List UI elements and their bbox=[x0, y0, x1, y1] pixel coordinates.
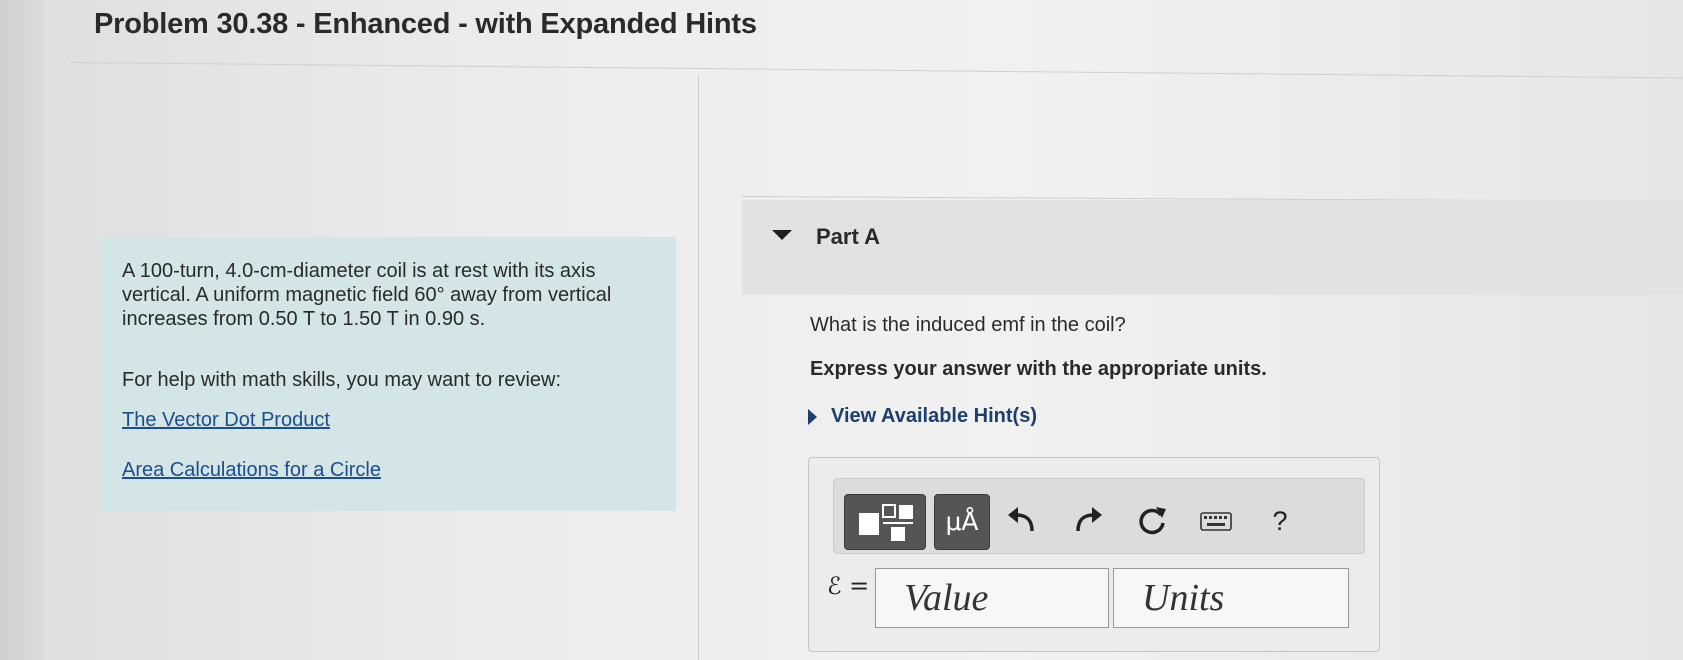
value-input[interactable] bbox=[875, 568, 1109, 628]
instruction-text: Express your answer with the appropriate… bbox=[810, 358, 1267, 380]
problem-statement-box: A 100-turn, 4.0-cm-diameter coil is at r… bbox=[100, 237, 676, 511]
collapse-caret-icon[interactable] bbox=[772, 230, 792, 240]
reset-icon bbox=[1139, 507, 1166, 535]
template-button[interactable] bbox=[844, 494, 926, 550]
link-vector-dot-product[interactable]: The Vector Dot Product bbox=[122, 409, 330, 432]
help-button[interactable]: ? bbox=[1260, 501, 1300, 541]
part-label: Part A bbox=[816, 224, 880, 249]
units-icon: μÅ bbox=[945, 507, 979, 536]
reset-button[interactable] bbox=[1132, 501, 1172, 541]
link-area-calculations-circle[interactable]: Area Calculations for a Circle bbox=[122, 459, 381, 482]
math-toolbar: μÅ ? bbox=[833, 478, 1365, 554]
answer-panel: μÅ ? ℰ = Value Units bbox=[808, 457, 1380, 652]
keyboard-icon bbox=[1200, 512, 1232, 531]
units-button[interactable]: μÅ bbox=[934, 494, 990, 550]
units-input[interactable] bbox=[1113, 568, 1349, 628]
help-icon: ? bbox=[1272, 506, 1288, 536]
template-icon bbox=[859, 504, 913, 541]
page-title: Problem 30.38 - Enhanced - with Expanded… bbox=[94, 8, 757, 40]
redo-button[interactable] bbox=[1068, 501, 1108, 541]
undo-button[interactable] bbox=[1002, 501, 1042, 541]
view-hints-label: View Available Hint(s) bbox=[831, 405, 1037, 427]
part-a-header[interactable]: Part A bbox=[742, 200, 1683, 295]
problem-statement: A 100-turn, 4.0-cm-diameter coil is at r… bbox=[122, 260, 612, 330]
redo-icon bbox=[1076, 507, 1102, 532]
expand-caret-icon bbox=[808, 408, 817, 425]
emf-variable-label: ℰ = bbox=[827, 572, 870, 600]
keyboard-button[interactable] bbox=[1196, 501, 1236, 541]
help-text: For help with math skills, you may want … bbox=[122, 369, 562, 391]
screen-left-edge bbox=[0, 0, 44, 660]
view-hints-toggle[interactable]: View Available Hint(s) bbox=[808, 405, 1037, 428]
question-text: What is the induced emf in the coil? bbox=[810, 314, 1126, 336]
column-divider bbox=[698, 75, 699, 660]
undo-icon bbox=[1008, 507, 1034, 532]
